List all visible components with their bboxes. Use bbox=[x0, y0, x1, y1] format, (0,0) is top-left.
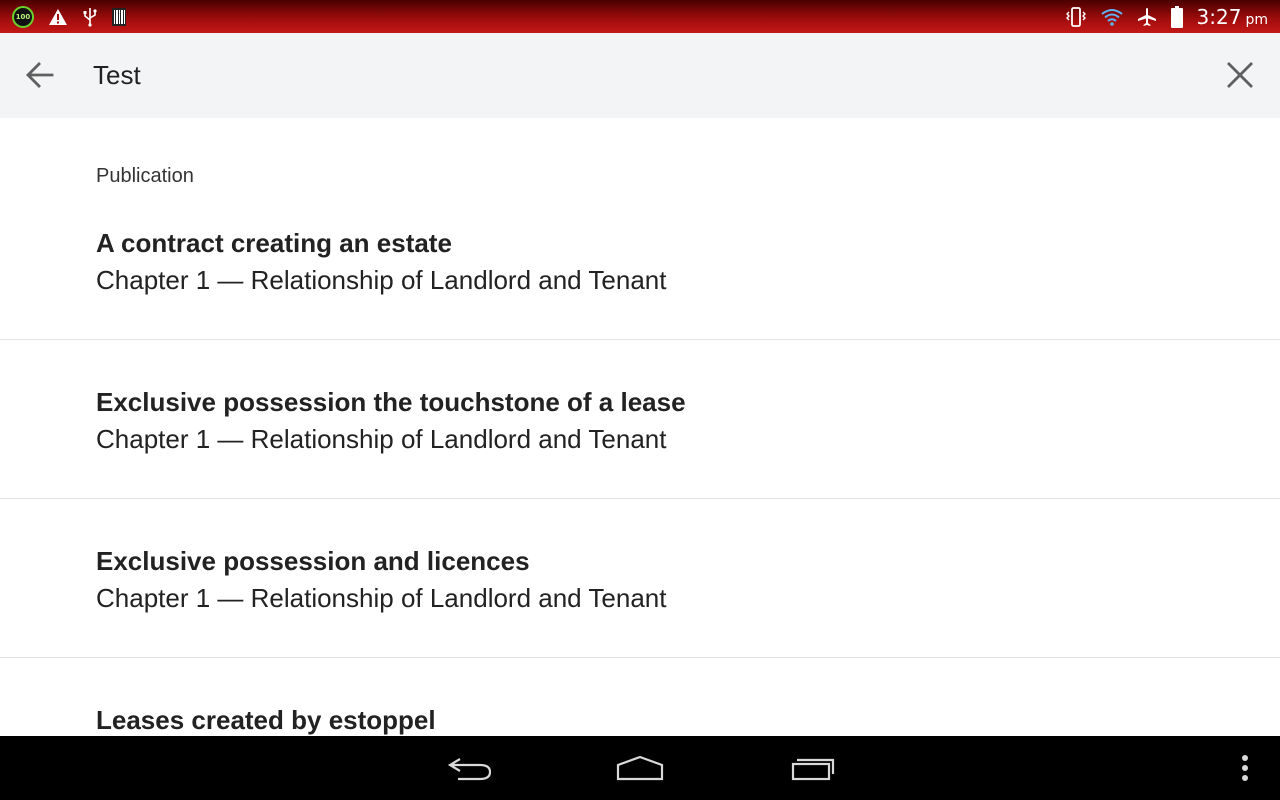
result-subtitle: Chapter 1 — Relationship of Landlord and… bbox=[96, 583, 667, 613]
overflow-menu-button[interactable] bbox=[1230, 748, 1260, 788]
status-bar-system: 3:27 pm bbox=[1065, 0, 1268, 33]
home-icon bbox=[616, 755, 664, 781]
battery-level-badge: 100 bbox=[12, 5, 34, 28]
result-subtitle: Chapter 1 — Relationship of Landlord and… bbox=[96, 424, 667, 454]
barcode-icon bbox=[112, 6, 126, 28]
vibrate-icon bbox=[1065, 6, 1087, 28]
result-title: Leases created by estoppel bbox=[96, 705, 436, 735]
wifi-icon bbox=[1100, 6, 1123, 28]
overflow-menu-icon bbox=[1242, 755, 1248, 781]
clock-ampm: pm bbox=[1245, 11, 1268, 28]
nav-back-button[interactable] bbox=[440, 748, 500, 788]
status-bar-notifications: 100 bbox=[12, 0, 126, 33]
battery-level-icon: 100 bbox=[12, 5, 34, 28]
back-button[interactable] bbox=[20, 55, 60, 95]
result-title: Exclusive possession the touchstone of a… bbox=[96, 387, 686, 417]
search-results: Publication A contract creating an estat… bbox=[0, 118, 1280, 736]
result-title: Exclusive possession and licences bbox=[96, 546, 530, 576]
arrow-back-icon bbox=[26, 62, 54, 88]
result-item[interactable]: Leases created by estoppel bbox=[0, 658, 1280, 736]
navigation-bar bbox=[0, 736, 1280, 800]
search-bar bbox=[0, 33, 1280, 118]
clear-search-button[interactable] bbox=[1220, 55, 1260, 95]
result-item[interactable]: Exclusive possession and licences Chapte… bbox=[0, 499, 1280, 658]
search-input[interactable] bbox=[93, 55, 1173, 95]
result-subtitle: Chapter 1 — Relationship of Landlord and… bbox=[96, 265, 667, 295]
result-title: A contract creating an estate bbox=[96, 228, 452, 258]
result-item[interactable]: A contract creating an estate Chapter 1 … bbox=[0, 181, 1280, 340]
result-item[interactable]: Exclusive possession the touchstone of a… bbox=[0, 340, 1280, 499]
airplane-mode-icon bbox=[1137, 6, 1157, 28]
battery-icon bbox=[1170, 5, 1183, 28]
clock-time: 3:27 bbox=[1196, 4, 1242, 29]
recent-apps-icon bbox=[791, 758, 835, 781]
warning-icon bbox=[48, 6, 68, 28]
status-bar: 100 3:27 pm bbox=[0, 0, 1280, 33]
nav-home-button[interactable] bbox=[610, 748, 670, 788]
clock: 3:27 pm bbox=[1197, 5, 1268, 29]
usb-icon bbox=[82, 6, 98, 28]
close-icon bbox=[1227, 62, 1253, 88]
nav-recent-apps-button[interactable] bbox=[782, 748, 842, 788]
back-nav-icon bbox=[447, 758, 492, 781]
